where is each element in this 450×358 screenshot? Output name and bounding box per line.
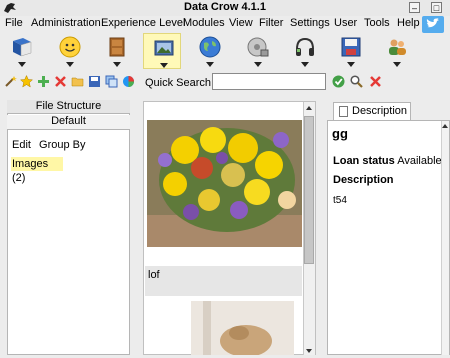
second-thumbnail-image[interactable] bbox=[191, 301, 294, 357]
scroll-up-arrow-icon[interactable] bbox=[306, 106, 312, 110]
minimize-button[interactable]: – bbox=[409, 2, 420, 13]
menu-experience-level[interactable]: Experience Level bbox=[101, 17, 185, 29]
menu-bar: File Administration Experience Level Mod… bbox=[0, 16, 450, 33]
document-icon bbox=[339, 106, 348, 117]
module-save-button[interactable] bbox=[331, 33, 369, 69]
action-bar: Quick Search bbox=[0, 72, 450, 92]
module-books-button[interactable] bbox=[2, 33, 40, 69]
clear-icon[interactable] bbox=[369, 75, 382, 88]
chevron-down-icon bbox=[347, 62, 355, 67]
center-scroll-thumb[interactable] bbox=[304, 116, 314, 264]
window-title: Data Crow 4.1.1 bbox=[184, 1, 266, 13]
right-scroll-up-arrow-icon[interactable] bbox=[442, 124, 448, 128]
loan-status-label: Loan status bbox=[333, 155, 395, 167]
disc-drive-icon bbox=[247, 37, 269, 57]
flower-bouquet-graphic bbox=[147, 120, 302, 247]
thumbnail-caption-row[interactable] bbox=[145, 266, 302, 296]
color-wheel-icon[interactable] bbox=[122, 75, 135, 88]
tree-menu: Edit Group By bbox=[12, 139, 91, 151]
title-bar: Data Crow 4.1.1 – □ bbox=[0, 0, 450, 17]
folder-icon[interactable] bbox=[71, 75, 84, 88]
confirm-icon[interactable] bbox=[332, 75, 345, 88]
chevron-down-icon bbox=[393, 62, 401, 67]
menu-group-by[interactable]: Group By bbox=[39, 139, 85, 151]
menu-edit[interactable]: Edit bbox=[12, 139, 31, 151]
smiley-icon bbox=[59, 36, 81, 58]
module-container-button[interactable] bbox=[97, 33, 135, 69]
menu-tools[interactable]: Tools bbox=[364, 17, 390, 29]
menu-filter[interactable]: Filter bbox=[259, 17, 283, 29]
menu-view[interactable]: View bbox=[229, 17, 253, 29]
search-icon[interactable] bbox=[350, 75, 363, 88]
tab-file-structure[interactable]: File Structure bbox=[7, 100, 130, 114]
globe-icon bbox=[199, 36, 221, 58]
save-icon[interactable] bbox=[88, 75, 101, 88]
chevron-down-icon bbox=[18, 62, 26, 67]
chevron-down-icon bbox=[254, 62, 262, 67]
book-icon bbox=[13, 38, 32, 57]
chevron-down-icon bbox=[206, 62, 214, 67]
floppy-disk-icon bbox=[341, 37, 361, 57]
headphones-icon bbox=[296, 37, 314, 56]
module-toolbar bbox=[0, 33, 450, 71]
quick-search-input[interactable] bbox=[212, 73, 326, 90]
module-music-button[interactable] bbox=[285, 33, 323, 69]
delete-icon[interactable] bbox=[54, 75, 67, 88]
tab-description-label: Description bbox=[352, 105, 408, 117]
dried-flowers-graphic bbox=[191, 301, 294, 357]
loan-status-value: Available bbox=[397, 155, 442, 167]
chevron-down-icon bbox=[113, 62, 121, 67]
chevron-down-icon bbox=[160, 63, 168, 68]
tab-default[interactable]: Default bbox=[7, 115, 130, 130]
menu-file[interactable]: File bbox=[5, 17, 23, 29]
loan-status-row: Loan status Available bbox=[333, 155, 442, 167]
chevron-down-icon bbox=[301, 62, 309, 67]
module-software-button[interactable] bbox=[238, 33, 276, 69]
users-icon bbox=[389, 39, 406, 55]
add-icon[interactable] bbox=[37, 75, 50, 88]
menu-administration[interactable]: Administration bbox=[31, 17, 101, 29]
wand-icon[interactable] bbox=[4, 75, 17, 88]
twitter-icon[interactable] bbox=[422, 16, 444, 33]
star-icon[interactable] bbox=[20, 75, 33, 88]
thumbnail-caption: lof bbox=[148, 269, 160, 281]
menu-help[interactable]: Help bbox=[397, 17, 420, 29]
maximize-button[interactable]: □ bbox=[431, 2, 442, 13]
menu-settings[interactable]: Settings bbox=[290, 17, 330, 29]
module-images-button[interactable] bbox=[143, 33, 181, 69]
quick-search-label: Quick Search bbox=[145, 77, 212, 89]
description-value: t54 bbox=[333, 195, 347, 206]
module-contacts-button[interactable] bbox=[50, 33, 88, 69]
flower-bouquet-image[interactable] bbox=[147, 120, 302, 247]
menu-user[interactable]: User bbox=[334, 17, 357, 29]
scroll-down-arrow-icon[interactable] bbox=[306, 349, 312, 353]
module-users-button[interactable] bbox=[377, 33, 415, 69]
chevron-down-icon bbox=[66, 62, 74, 67]
module-web-button[interactable] bbox=[190, 33, 228, 69]
copy-icon[interactable] bbox=[105, 75, 118, 88]
menu-modules[interactable]: Modules bbox=[183, 17, 225, 29]
tree-item-images[interactable]: Images (2) bbox=[11, 157, 63, 184]
image-icon bbox=[154, 40, 174, 56]
item-title: gg bbox=[332, 126, 348, 141]
tab-description[interactable]: Description bbox=[333, 102, 411, 120]
description-label: Description bbox=[333, 174, 394, 186]
right-vertical-scrollbar[interactable] bbox=[441, 121, 449, 355]
cabinet-icon bbox=[109, 37, 125, 57]
